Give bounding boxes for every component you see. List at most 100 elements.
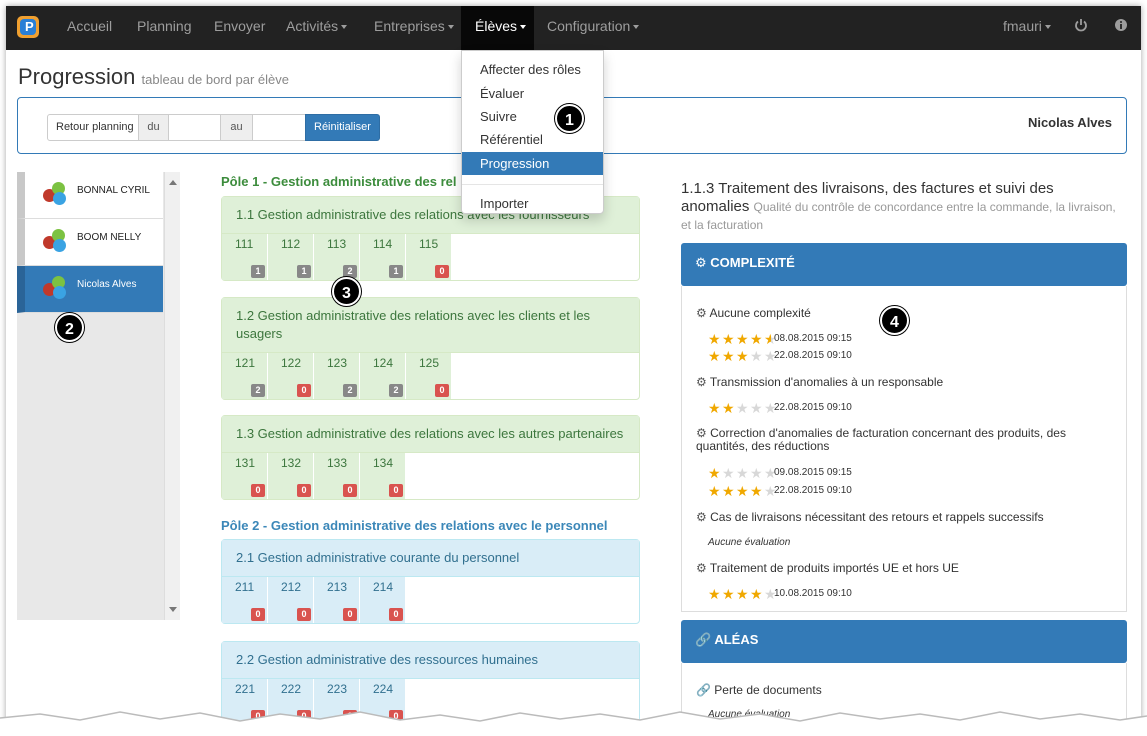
gear-icon: ⚙ — [696, 306, 707, 320]
skill-cells: 121 2 122 0 123 2 124 2 125 0 — [222, 353, 639, 399]
skill-code: 131 — [235, 456, 256, 470]
date-from-input[interactable] — [168, 114, 221, 141]
star-icon: ★ — [736, 331, 749, 347]
detail-title: 1.1.3 Traitement des livraisons, des fac… — [681, 180, 1121, 234]
count-badge: 0 — [389, 484, 403, 497]
skill-cell[interactable]: 121 2 — [222, 353, 268, 399]
skill-cell[interactable]: 212 0 — [268, 577, 314, 623]
count-badge: 0 — [251, 608, 265, 621]
competence-1-2: 1.2 Gestion administrative des relations… — [221, 297, 640, 400]
competence-title[interactable]: 1.2 Gestion administrative des relations… — [222, 298, 639, 353]
date-to-input[interactable] — [252, 114, 306, 141]
count-badge: 0 — [435, 265, 449, 278]
nav-label: Planning — [137, 18, 192, 34]
skill-cell[interactable]: 133 0 — [314, 453, 360, 499]
star-rating: ★★★★★ — [708, 587, 778, 602]
student-name: Nicolas Alves — [77, 279, 137, 290]
student-name: BONNAL CYRIL — [77, 185, 150, 196]
star-icon: ★ — [736, 483, 749, 499]
menu-divider — [462, 184, 603, 185]
skill-cell[interactable]: 112 1 — [268, 234, 314, 280]
star-icon: ★ — [750, 483, 763, 499]
menu-item-importer[interactable]: Importer — [462, 192, 603, 215]
skill-cell[interactable]: 214 0 — [360, 577, 406, 623]
star-rating: ★★★★★ — [708, 331, 778, 347]
app-window: P Accueil Planning Envoyer Activités Ent… — [6, 6, 1141, 732]
skill-code: 115 — [419, 237, 439, 251]
nav-envoyer[interactable]: Envoyer — [214, 6, 265, 50]
nav-accueil[interactable]: Accueil — [67, 6, 112, 50]
skill-code: 222 — [281, 682, 302, 696]
torn-edge-decoration — [0, 711, 1147, 736]
app-logo[interactable]: P — [17, 16, 39, 38]
reset-button[interactable]: Réinitialiser — [305, 114, 380, 141]
skill-code: 221 — [235, 682, 256, 696]
evaluation-row: ★★★★★22.08.2015 09:10 — [708, 401, 852, 416]
skill-cell[interactable]: 111 1 — [222, 234, 268, 280]
competence-title[interactable]: 2.2 Gestion administrative des ressource… — [222, 642, 639, 679]
info-icon[interactable] — [1114, 18, 1128, 35]
student-item[interactable]: BOOM NELLY — [17, 219, 163, 266]
skill-code: 121 — [235, 356, 256, 370]
student-item[interactable]: BONNAL CYRIL — [17, 172, 163, 219]
nav-label: Activités — [286, 18, 339, 34]
nav-user-menu[interactable]: fmauri — [1003, 6, 1051, 50]
nav-planning[interactable]: Planning — [137, 6, 192, 50]
star-icon: ★ — [736, 465, 749, 481]
star-rating: ★★★★★ — [708, 465, 778, 481]
nav-label: Configuration — [547, 18, 631, 34]
skill-cell[interactable]: 125 0 — [406, 353, 452, 399]
skill-code: 134 — [373, 456, 394, 470]
competence-title[interactable]: 1.3 Gestion administrative des relations… — [222, 416, 639, 453]
count-badge: 0 — [297, 484, 311, 497]
criterion-label: Aucune complexité — [709, 306, 811, 320]
nav-configuration[interactable]: Configuration — [547, 6, 640, 50]
skill-cell[interactable]: 122 0 — [268, 353, 314, 399]
scroll-up-arrow-icon[interactable] — [169, 180, 177, 185]
student-list-scrollbar[interactable] — [164, 172, 180, 620]
skill-cell[interactable]: 113 2 — [314, 234, 360, 280]
star-icon: ★ — [750, 465, 763, 481]
menu-item-affecter-roles[interactable]: Affecter des rôles — [462, 58, 603, 81]
nav-eleves[interactable]: Élèves — [461, 6, 534, 50]
menu-item-evaluer[interactable]: Évaluer — [462, 82, 603, 105]
skill-cells: 111 1 112 1 113 2 114 1 115 0 — [222, 234, 639, 280]
section-label: COMPLEXITÉ — [710, 255, 795, 270]
star-icon: ★ — [708, 400, 721, 416]
skill-cell[interactable]: 115 0 — [406, 234, 452, 280]
nav-activites[interactable]: Activités — [286, 6, 348, 50]
skill-cell[interactable]: 134 0 — [360, 453, 406, 499]
evaluation-date: 22.08.2015 09:10 — [774, 485, 852, 496]
skill-cell[interactable]: 123 2 — [314, 353, 360, 399]
skill-code: 133 — [327, 456, 348, 470]
skill-cell[interactable]: 211 0 — [222, 577, 268, 623]
skill-code: 213 — [327, 580, 348, 594]
menu-item-referentiel[interactable]: Référentiel — [462, 128, 603, 151]
criterion-label: Traitement de produits importés UE et ho… — [709, 561, 959, 575]
competence-title[interactable]: 2.1 Gestion administrative courante du p… — [222, 540, 639, 577]
count-badge: 2 — [251, 384, 265, 397]
skill-cell[interactable]: 131 0 — [222, 453, 268, 499]
power-icon[interactable] — [1074, 18, 1088, 35]
skill-cell[interactable]: 124 2 — [360, 353, 406, 399]
nav-label: Élèves — [475, 18, 518, 34]
evaluation-row: ★★★★★22.08.2015 09:10 — [708, 349, 852, 364]
skill-cell[interactable]: 213 0 — [314, 577, 360, 623]
star-rating: ★★★★★ — [708, 400, 778, 416]
evaluation-date: 22.08.2015 09:10 — [774, 350, 852, 361]
skill-code: 125 — [419, 356, 440, 370]
menu-item-progression[interactable]: Progression — [462, 152, 603, 175]
eleves-dropdown-menu: Affecter des rôles Évaluer Suivre Référe… — [461, 50, 604, 214]
back-to-planning-button[interactable]: Retour planning — [47, 114, 143, 141]
caret-down-icon — [1044, 25, 1051, 30]
student-item-active[interactable]: Nicolas Alves — [17, 266, 163, 313]
skill-code: 114 — [373, 237, 393, 251]
section-label: ALÉAS — [714, 632, 759, 647]
skill-cell[interactable]: 114 1 — [360, 234, 406, 280]
star-rating: ★★★★★ — [708, 483, 778, 499]
scroll-down-arrow-icon[interactable] — [169, 607, 177, 612]
nav-entreprises[interactable]: Entreprises — [374, 6, 454, 50]
skill-cell[interactable]: 132 0 — [268, 453, 314, 499]
count-badge: 0 — [343, 484, 357, 497]
nav-label: Entreprises — [374, 18, 445, 34]
